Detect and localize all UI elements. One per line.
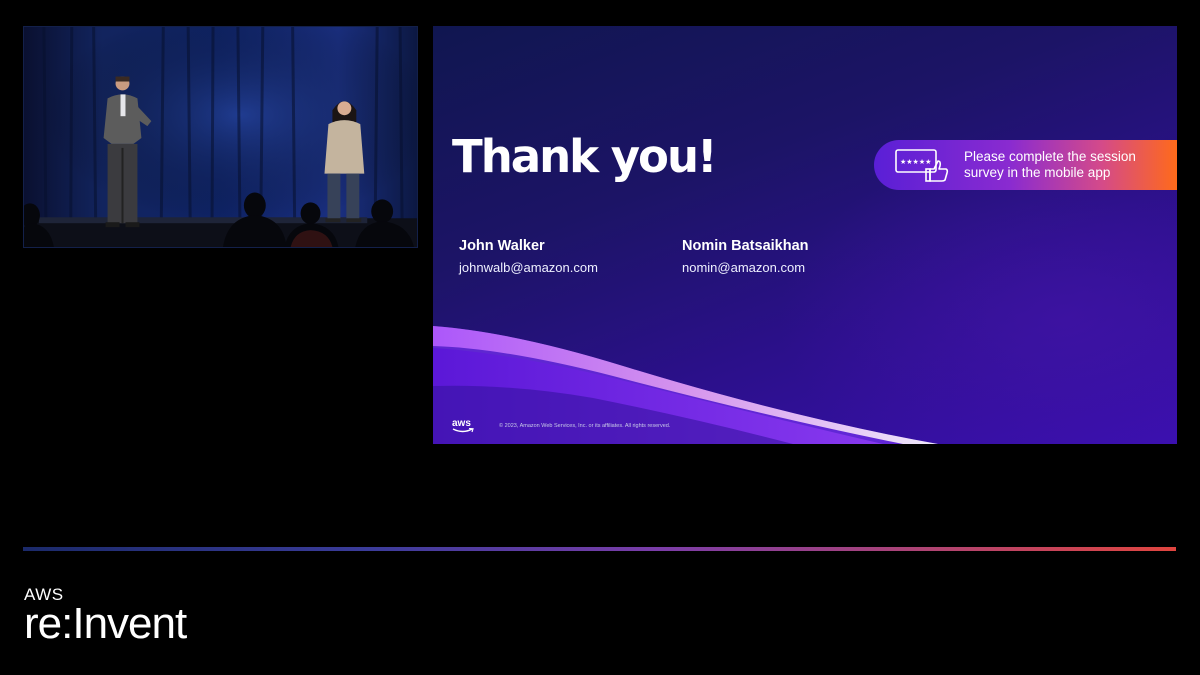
aws-logo-small: aws	[451, 418, 477, 434]
slide-footer: aws © 2023, Amazon Web Services, Inc. or…	[451, 418, 670, 434]
aws-smile-icon	[452, 428, 474, 433]
rating-stars-thumbs-up-icon: ★★★★★	[894, 147, 950, 183]
presenter-name: John Walker	[459, 238, 545, 254]
presenter-email: nomin@amazon.com	[682, 260, 806, 275]
svg-text:★★★★★: ★★★★★	[900, 158, 931, 166]
camera-feed	[23, 26, 418, 248]
survey-text: Please complete the session survey in th…	[964, 149, 1136, 180]
presenter-contact: John Walker johnwalb@amazon.com	[459, 237, 598, 277]
slide-title: Thank you!	[452, 130, 718, 183]
video-frame: Thank you! ★★★★★ Please complete the ses…	[0, 0, 1200, 675]
survey-banner: ★★★★★ Please complete the session survey…	[874, 140, 1177, 190]
stage-video-image	[24, 27, 417, 247]
presenter-name: Nomin Batsaikhan	[682, 238, 809, 254]
presenter-contact: Nomin Batsaikhan nomin@amazon.com	[682, 237, 809, 277]
presentation-slide: Thank you! ★★★★★ Please complete the ses…	[433, 26, 1177, 444]
event-logo-name: re:Invent	[24, 599, 187, 648]
event-logo: AWS re:Invent	[24, 586, 187, 648]
copyright-notice: © 2023, Amazon Web Services, Inc. or its…	[499, 423, 671, 429]
presenter-email: johnwalb@amazon.com	[459, 260, 598, 275]
slide-swoosh-graphic	[433, 326, 938, 444]
gradient-divider	[23, 547, 1176, 551]
